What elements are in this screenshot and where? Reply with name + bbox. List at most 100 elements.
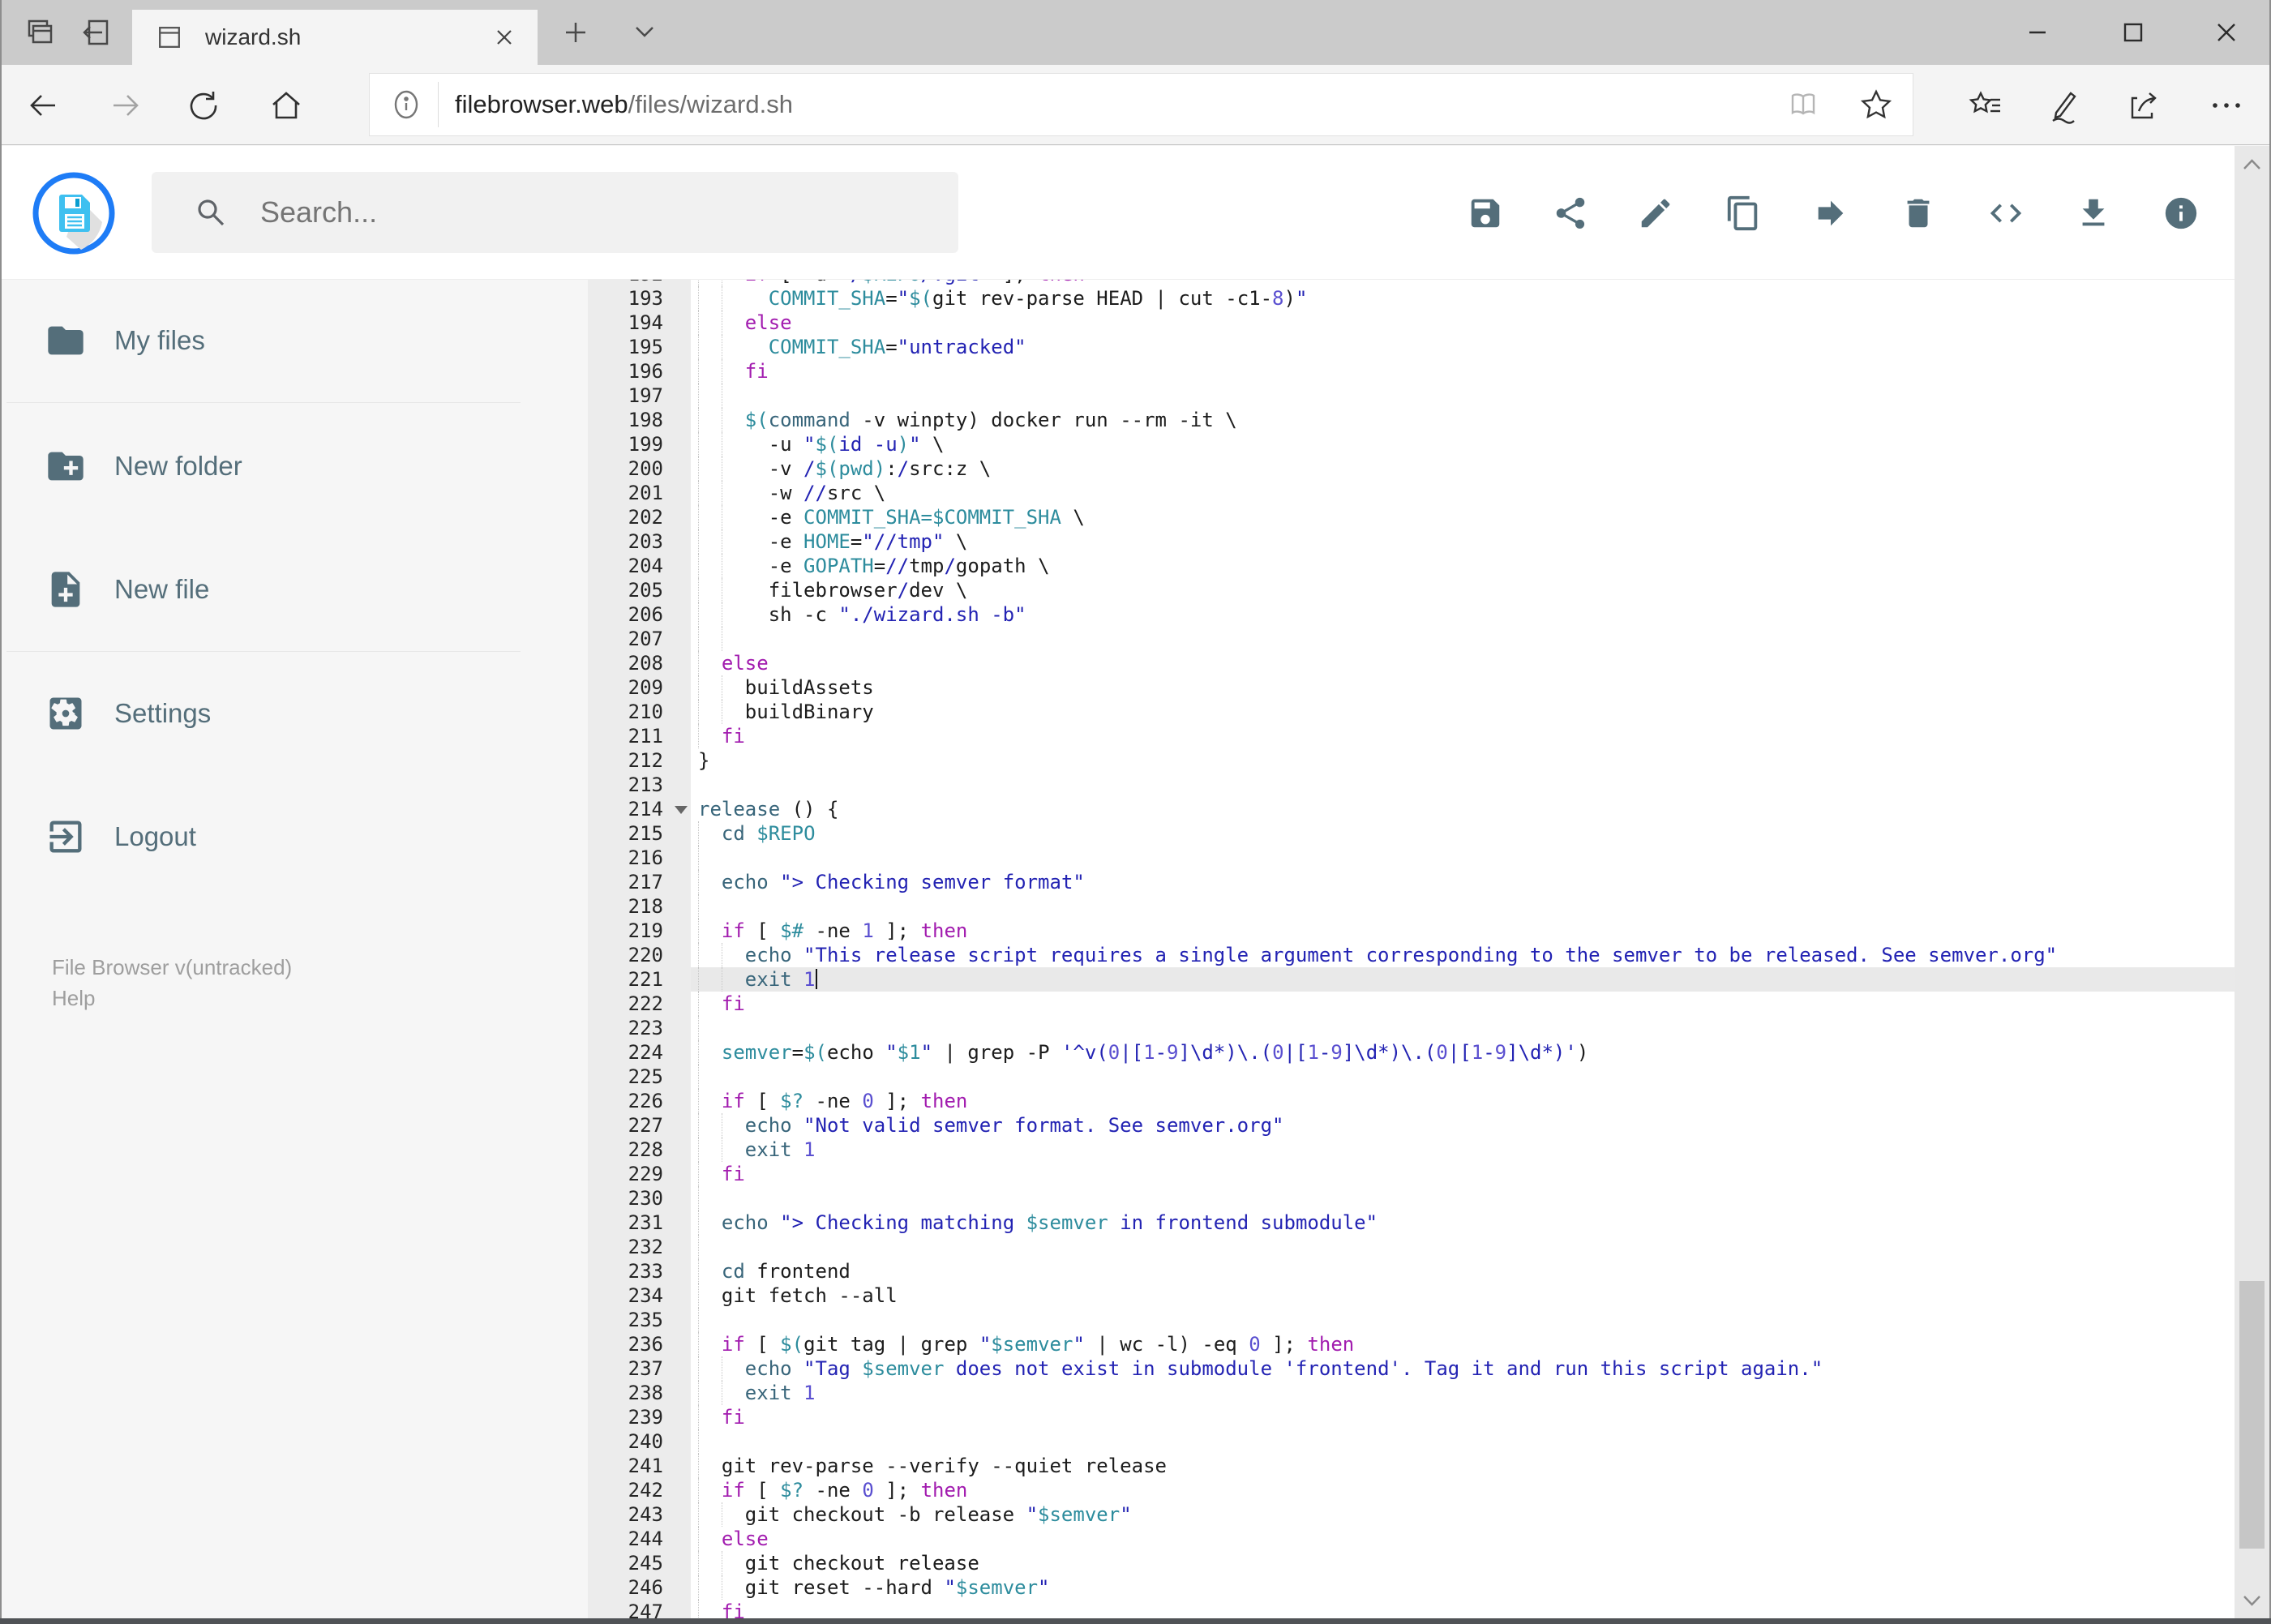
code-line[interactable]: echo "> Checking semver format": [691, 870, 2235, 894]
url-text: filebrowser.web/files/wizard.sh: [455, 90, 1785, 119]
info-button[interactable]: [2159, 191, 2203, 235]
tab-close-icon[interactable]: [492, 25, 516, 49]
scroll-down-icon[interactable]: [2239, 1588, 2265, 1613]
code-line[interactable]: else: [691, 1527, 2235, 1551]
rename-button[interactable]: [1634, 191, 1678, 235]
share-button[interactable]: [1549, 191, 1592, 235]
url-field[interactable]: filebrowser.web/files/wizard.sh: [369, 73, 1913, 136]
code-line[interactable]: [691, 1186, 2235, 1211]
back-icon[interactable]: [24, 87, 62, 124]
scroll-up-icon[interactable]: [2239, 152, 2265, 178]
set-tabs-aside-icon[interactable]: [78, 15, 114, 50]
minimize-button[interactable]: [2001, 11, 2074, 54]
code-line[interactable]: -w //src \: [691, 481, 2235, 505]
code-line[interactable]: echo "Tag $semver does not exist in subm…: [691, 1356, 2235, 1381]
code-line[interactable]: git rev-parse --verify --quiet release: [691, 1454, 2235, 1478]
code-line[interactable]: else: [691, 651, 2235, 675]
filebrowser-logo[interactable]: [32, 172, 115, 255]
code-line[interactable]: -v /$(pwd):/src:z \: [691, 456, 2235, 481]
code-line[interactable]: if [ $# -ne 1 ]; then: [691, 919, 2235, 943]
code-line[interactable]: exit 1: [691, 967, 2235, 992]
indent-guide: [698, 1016, 699, 1040]
code-line[interactable]: echo "Not valid semver format. See semve…: [691, 1113, 2235, 1138]
delete-button[interactable]: [1896, 191, 1940, 235]
code-line[interactable]: git reset --hard "$semver": [691, 1575, 2235, 1600]
copy-button[interactable]: [1721, 191, 1765, 235]
code-line[interactable]: buildAssets: [691, 675, 2235, 700]
code-line[interactable]: echo "This release script requires a sin…: [691, 943, 2235, 967]
download-button[interactable]: [2072, 191, 2115, 235]
search-input[interactable]: Search...: [152, 172, 958, 253]
tab-list-chevron-icon[interactable]: [628, 21, 661, 44]
sidebar-item-new-file[interactable]: New file: [45, 565, 209, 614]
sidebar-item-logout[interactable]: Logout: [45, 812, 196, 861]
maximize-button[interactable]: [2097, 11, 2170, 54]
code-line[interactable]: else: [691, 311, 2235, 335]
code-line[interactable]: [691, 846, 2235, 870]
code-line[interactable]: sh -c "./wizard.sh -b": [691, 602, 2235, 627]
code-line[interactable]: -u "$(id -u)" \: [691, 432, 2235, 456]
source-code-button[interactable]: [1984, 191, 2028, 235]
code-line[interactable]: COMMIT_SHA="untracked": [691, 335, 2235, 359]
code-line[interactable]: fi: [691, 992, 2235, 1016]
code-line[interactable]: [691, 627, 2235, 651]
code-line[interactable]: [691, 773, 2235, 797]
forward-icon[interactable]: [107, 87, 144, 124]
more-menu-icon[interactable]: [2207, 97, 2246, 114]
save-button[interactable]: [1463, 191, 1507, 235]
code-line[interactable]: $(command -v winpty) docker run --rm -it…: [691, 408, 2235, 432]
code-line[interactable]: -e HOME="//tmp" \: [691, 529, 2235, 554]
code-line[interactable]: git checkout -b release "$semver": [691, 1502, 2235, 1527]
new-tab-button[interactable]: [558, 15, 593, 50]
code-line[interactable]: if [ $? -ne 0 ]; then: [691, 1089, 2235, 1113]
hub-favorites-icon[interactable]: [1966, 87, 2005, 124]
code-line[interactable]: if [ $(git tag | grep "$semver" | wc -l)…: [691, 1332, 2235, 1356]
home-icon[interactable]: [268, 87, 305, 124]
code-line[interactable]: [691, 1235, 2235, 1259]
code-line[interactable]: semver=$(echo "$1" | grep -P '^v(0|[1-9]…: [691, 1040, 2235, 1065]
browser-tab[interactable]: wizard.sh: [132, 10, 538, 65]
code-line[interactable]: echo "> Checking matching $semver in fro…: [691, 1211, 2235, 1235]
fold-arrow-icon[interactable]: [675, 806, 688, 814]
code-line[interactable]: [691, 1065, 2235, 1089]
favorite-star-icon[interactable]: [1858, 86, 1895, 123]
annotate-pen-icon[interactable]: [2045, 87, 2084, 126]
scrollbar-thumb[interactable]: [2239, 1281, 2265, 1549]
code-line[interactable]: if [ -d "/$REPO/.git" ]; then: [691, 280, 2235, 286]
code-line[interactable]: exit 1: [691, 1381, 2235, 1405]
code-line[interactable]: [691, 1429, 2235, 1454]
code-line[interactable]: git fetch --all: [691, 1283, 2235, 1308]
code-line[interactable]: exit 1: [691, 1138, 2235, 1162]
code-line[interactable]: }: [691, 748, 2235, 773]
code-line[interactable]: [691, 894, 2235, 919]
code-line[interactable]: fi: [691, 724, 2235, 748]
code-editor[interactable]: if [ -d "/$REPO/.git" ]; then COMMIT_SHA…: [691, 280, 2235, 1624]
move-button[interactable]: [1809, 191, 1853, 235]
code-line[interactable]: [691, 384, 2235, 408]
help-link[interactable]: Help: [52, 986, 95, 1011]
sidebar-item-my-files[interactable]: My files: [45, 316, 205, 365]
code-line[interactable]: filebrowser/dev \: [691, 578, 2235, 602]
code-line[interactable]: fi: [691, 1405, 2235, 1429]
sidebar-item-settings[interactable]: Settings: [45, 689, 211, 738]
code-line[interactable]: release () {: [691, 797, 2235, 821]
refresh-icon[interactable]: [185, 87, 222, 124]
site-info-icon[interactable]: [389, 88, 423, 122]
code-line[interactable]: fi: [691, 1162, 2235, 1186]
code-line[interactable]: -e COMMIT_SHA=$COMMIT_SHA \: [691, 505, 2235, 529]
code-line[interactable]: [691, 1308, 2235, 1332]
share-page-icon[interactable]: [2124, 87, 2163, 126]
close-window-button[interactable]: [2190, 11, 2263, 54]
vertical-scrollbar[interactable]: [2235, 146, 2269, 1619]
code-line[interactable]: -e GOPATH=//tmp/gopath \: [691, 554, 2235, 578]
code-line[interactable]: fi: [691, 359, 2235, 384]
code-line[interactable]: COMMIT_SHA="$(git rev-parse HEAD | cut -…: [691, 286, 2235, 311]
code-line[interactable]: [691, 1016, 2235, 1040]
code-line[interactable]: git checkout release: [691, 1551, 2235, 1575]
sidebar-item-new-folder[interactable]: New folder: [45, 442, 242, 491]
tab-preview-icon[interactable]: [21, 15, 57, 50]
code-line[interactable]: cd $REPO: [691, 821, 2235, 846]
code-line[interactable]: buildBinary: [691, 700, 2235, 724]
code-line[interactable]: if [ $? -ne 0 ]; then: [691, 1478, 2235, 1502]
code-line[interactable]: cd frontend: [691, 1259, 2235, 1283]
